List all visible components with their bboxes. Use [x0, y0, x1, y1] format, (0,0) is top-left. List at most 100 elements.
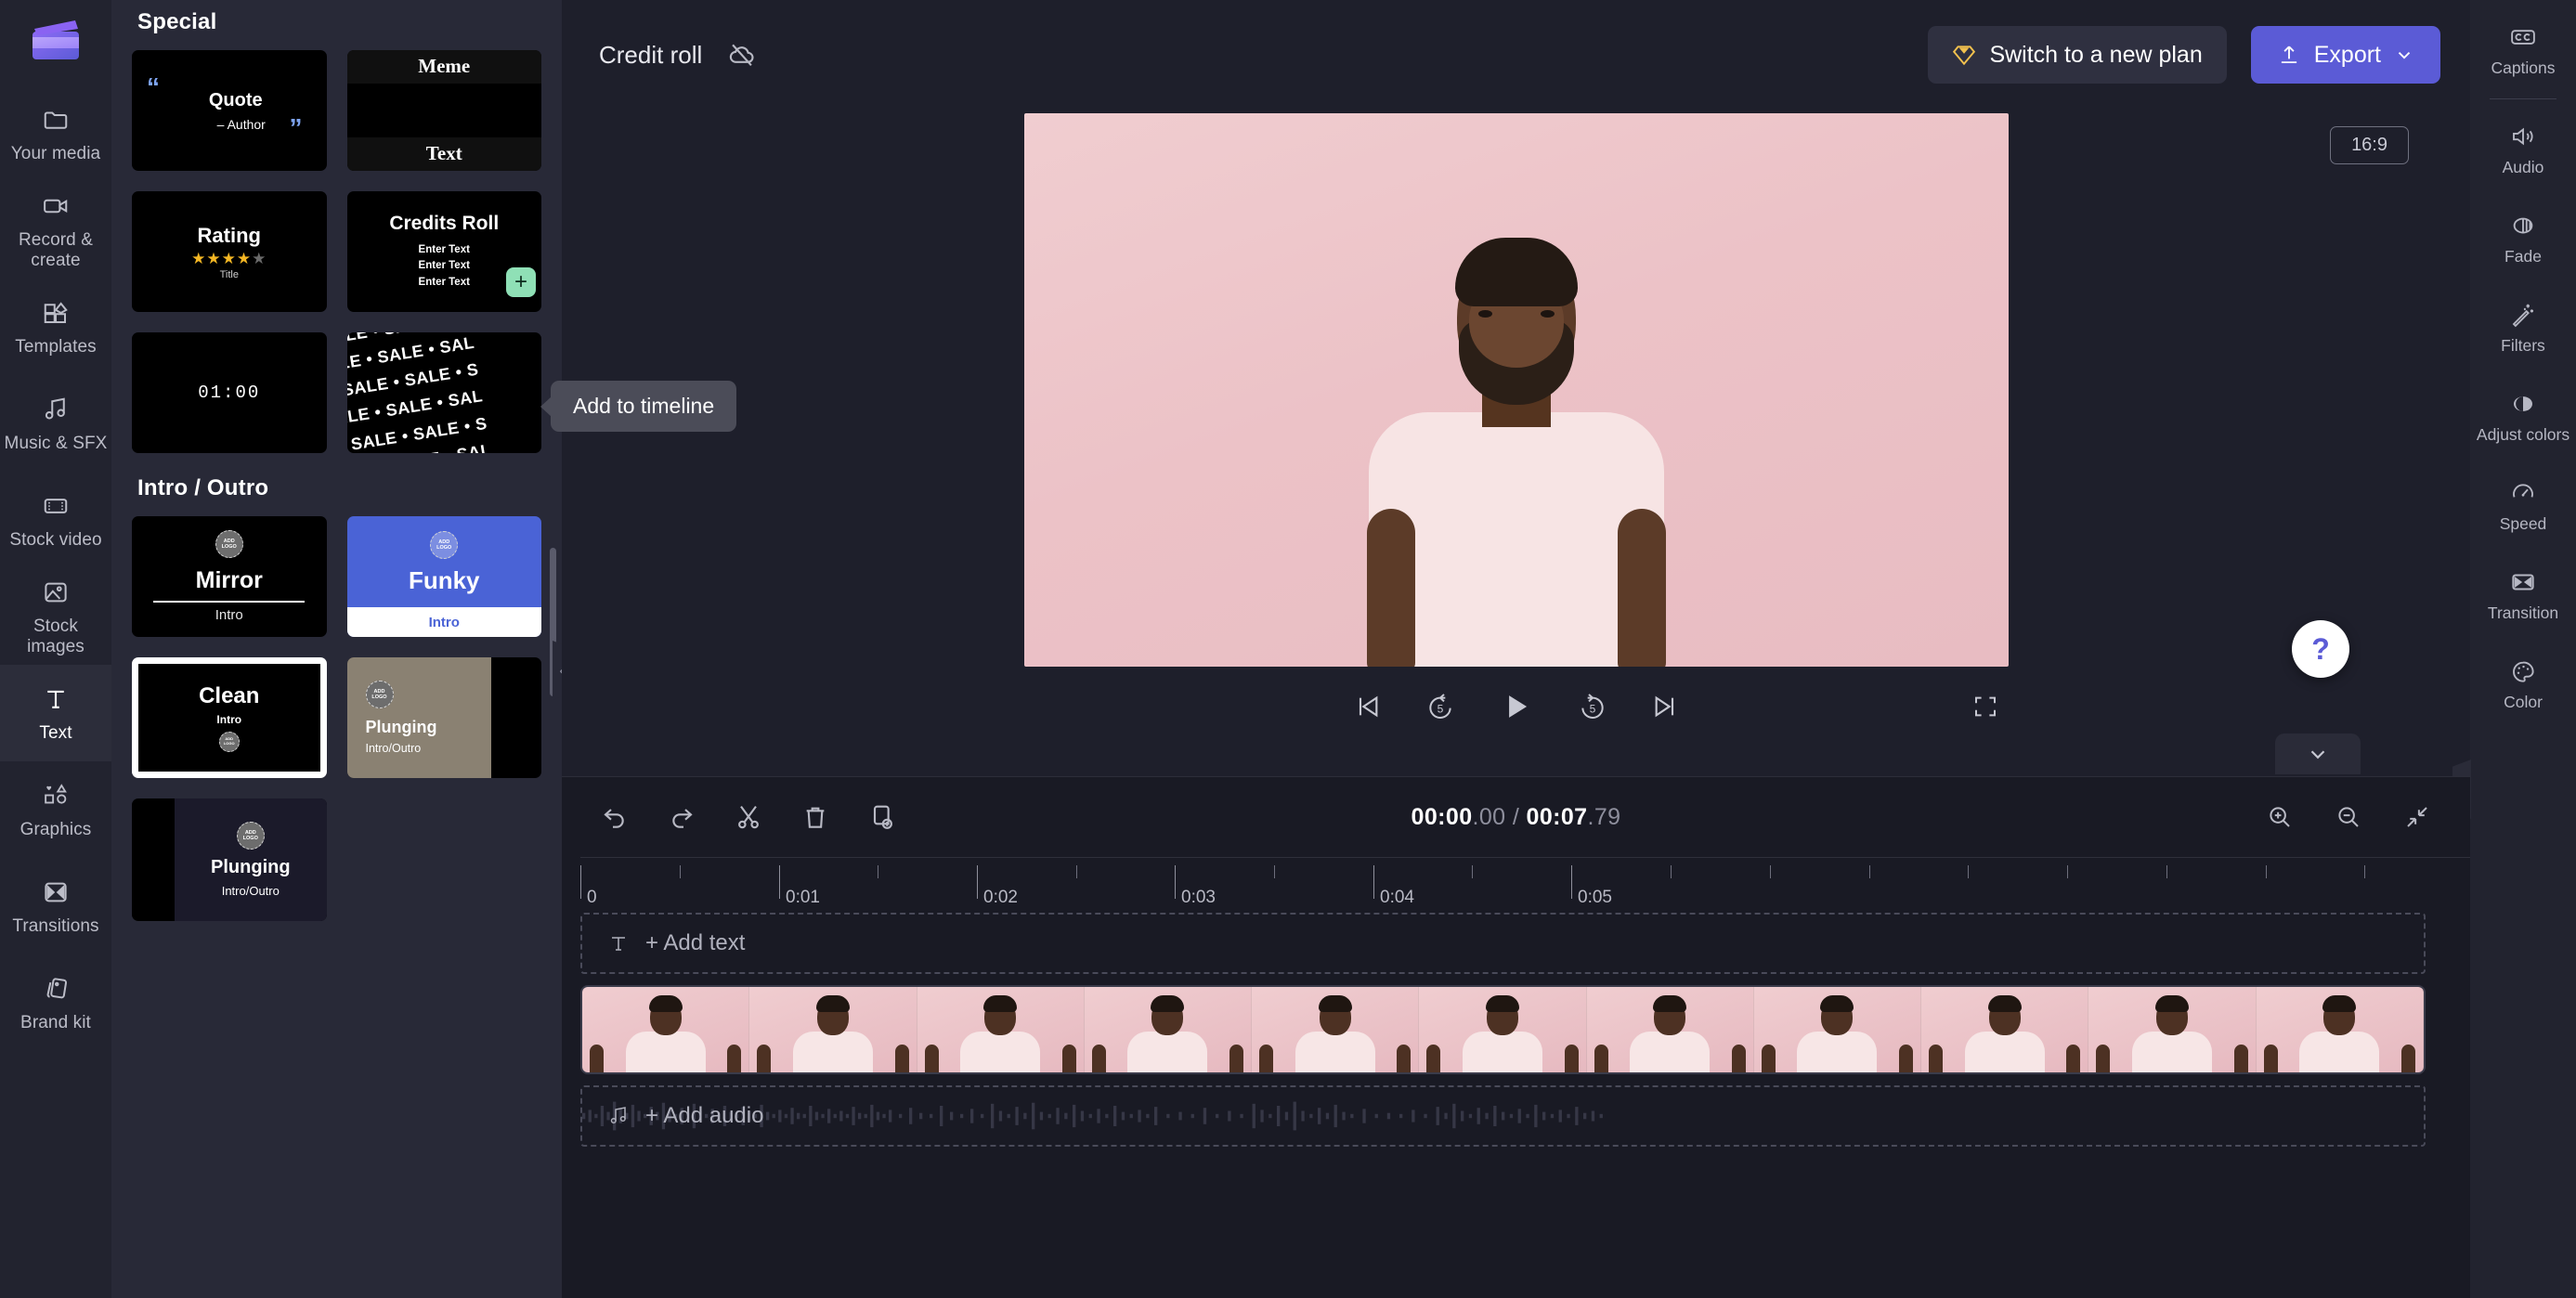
card-title: Clean	[199, 683, 260, 708]
timeline-ruler[interactable]: 0 0:01 0:02 0:03 0:04 0:05	[580, 857, 2470, 911]
add-audio-track[interactable]: + Add audio	[580, 1085, 2426, 1147]
split-button[interactable]	[733, 801, 764, 833]
card-subtitle: Text	[425, 142, 462, 164]
zoom-in-button[interactable]	[2264, 801, 2296, 833]
text-card-rating[interactable]: Rating ★★★★★ Title	[132, 191, 327, 312]
skip-to-start-button[interactable]	[1352, 691, 1384, 722]
export-button[interactable]: Export	[2250, 26, 2440, 84]
card-subtitle: Intro	[428, 614, 460, 630]
rewind-5-button[interactable]: 5	[1425, 691, 1456, 722]
contrast-icon	[2508, 389, 2538, 419]
switch-plan-button[interactable]: Switch to a new plan	[1928, 26, 2227, 84]
tool-captions[interactable]: Captions	[2470, 6, 2576, 95]
add-to-timeline-button[interactable]: +	[506, 267, 536, 297]
timeline-tool-group	[599, 801, 898, 833]
ruler-label: 0:01	[786, 888, 820, 907]
sidebar-item-templates[interactable]: Templates	[0, 279, 111, 375]
music-note-icon	[606, 1104, 631, 1128]
sidebar-item-brand-kit[interactable]: Brand kit	[0, 954, 111, 1051]
clip-thumbnail	[1419, 987, 1587, 1072]
app-logo-icon	[21, 6, 90, 74]
fit-timeline-button[interactable]	[2401, 801, 2433, 833]
tool-transition[interactable]: Transition	[2470, 551, 2576, 640]
video-preview[interactable]	[1023, 113, 2009, 667]
tool-audio[interactable]: Audio	[2470, 105, 2576, 194]
sidebar-item-transitions[interactable]: Transitions	[0, 858, 111, 954]
sidebar-item-graphics[interactable]: Graphics	[0, 761, 111, 858]
sidebar-item-music-sfx[interactable]: Music & SFX	[0, 375, 111, 472]
tool-color[interactable]: Color	[2470, 640, 2576, 729]
text-card-credits-roll[interactable]: Credits Roll Enter Text Enter Text Enter…	[346, 191, 541, 312]
video-clip[interactable]	[580, 985, 2426, 1074]
transition-icon	[40, 876, 72, 908]
clip-thumbnail	[1753, 987, 1922, 1072]
sidebar-item-label: Music & SFX	[4, 433, 108, 453]
tool-label: Filters	[2501, 336, 2545, 356]
timecode-display: 00:00.00 / 00:07.79	[1412, 804, 1621, 831]
text-card-funky[interactable]: ADD LOGO Funky Intro	[346, 516, 541, 637]
sidebar-item-stock-video[interactable]: Stock video	[0, 472, 111, 568]
sidebar-item-label: Stock images	[27, 617, 85, 656]
card-title: Credits Roll	[389, 213, 500, 235]
delete-button[interactable]	[800, 801, 831, 833]
sidebar-item-label: Transitions	[12, 915, 99, 936]
text-card-clean[interactable]: Clean Intro ADD LOGO	[132, 657, 327, 778]
ruler-label: 0:05	[1578, 888, 1612, 907]
closed-captions-icon	[2508, 22, 2538, 52]
music-note-icon	[40, 394, 72, 425]
add-text-track[interactable]: + Add text	[580, 913, 2426, 974]
sidebar-item-record-create[interactable]: Record & create	[0, 182, 111, 279]
text-card-quote[interactable]: “ Quote – Author ”	[132, 50, 327, 171]
clip-thumbnail	[749, 987, 917, 1072]
clip-thumbnail	[1921, 987, 2089, 1072]
clip-thumbnail	[917, 987, 1085, 1072]
text-card-sale[interactable]: LE • SALE • SALE • SA E • SALE • SALE • …	[346, 332, 541, 453]
player-controls: 5 5	[1024, 687, 2009, 726]
right-sidebar: Captions Audio Fade Filters Adjust color…	[2470, 0, 2576, 1298]
sidebar-item-stock-images[interactable]: Stock images	[0, 568, 111, 665]
upload-icon	[2277, 43, 2301, 67]
text-card-plunging-dark[interactable]: ADD LOGO Plunging Intro/Outro	[132, 798, 327, 921]
play-button[interactable]	[1497, 687, 1536, 726]
project-title[interactable]: Credit roll	[599, 41, 702, 70]
collapse-library-button[interactable]: ‹	[553, 641, 562, 700]
add-logo-placeholder: ADD LOGO	[215, 530, 243, 558]
tool-filters[interactable]: Filters	[2470, 283, 2576, 372]
subject-eye-right	[1540, 310, 1555, 318]
tool-label: Adjust colors	[2476, 425, 2570, 445]
fullscreen-button[interactable]	[1971, 693, 1999, 720]
tool-label: Speed	[2499, 514, 2547, 534]
zoom-out-button[interactable]	[2333, 801, 2364, 833]
special-card-grid: “ Quote – Author ” Meme Text Rating ★★★★…	[132, 50, 541, 453]
tool-speed[interactable]: Speed	[2470, 461, 2576, 551]
card-subtitle: Intro/Outro	[365, 742, 422, 755]
text-card-meme[interactable]: Meme Text	[346, 50, 541, 171]
text-card-plunging[interactable]: ADD LOGO Plunging Intro/Outro	[346, 657, 541, 778]
tool-adjust-colors[interactable]: Adjust colors	[2470, 372, 2576, 461]
transition-icon	[2508, 567, 2538, 597]
timer-value: 01:00	[198, 383, 261, 403]
cloud-off-icon[interactable]	[726, 39, 758, 71]
tool-label: Fade	[2504, 247, 2542, 266]
forward-5-button[interactable]: 5	[1577, 691, 1608, 722]
total-time: 00:07	[1526, 803, 1588, 830]
top-bar: Credit roll Switch to a new plan Export	[562, 0, 2470, 110]
skip-to-end-button[interactable]	[1649, 691, 1681, 722]
text-card-timer[interactable]: 01:00	[132, 332, 327, 453]
duplicate-button[interactable]	[866, 801, 898, 833]
editor-main: Credit roll Switch to a new plan Export …	[562, 0, 2471, 1298]
sidebar-item-text[interactable]: Text	[0, 665, 111, 761]
tool-fade[interactable]: Fade	[2470, 194, 2576, 283]
undo-button[interactable]	[599, 801, 631, 833]
text-card-mirror[interactable]: ADD LOGO Mirror Intro	[132, 516, 327, 637]
collapse-timeline-button[interactable]	[2275, 733, 2361, 774]
export-label: Export	[2313, 41, 2381, 68]
sidebar-item-your-media[interactable]: Your media	[0, 85, 111, 182]
help-button[interactable]: ?	[2292, 620, 2349, 678]
current-time-frac: .00	[1472, 803, 1506, 830]
aspect-ratio-badge[interactable]: 16:9	[2330, 126, 2409, 164]
card-title: Quote	[208, 89, 263, 110]
star-rating: ★★★★★	[191, 249, 267, 267]
redo-button[interactable]	[666, 801, 697, 833]
timeline-zoom-group	[2264, 801, 2433, 833]
